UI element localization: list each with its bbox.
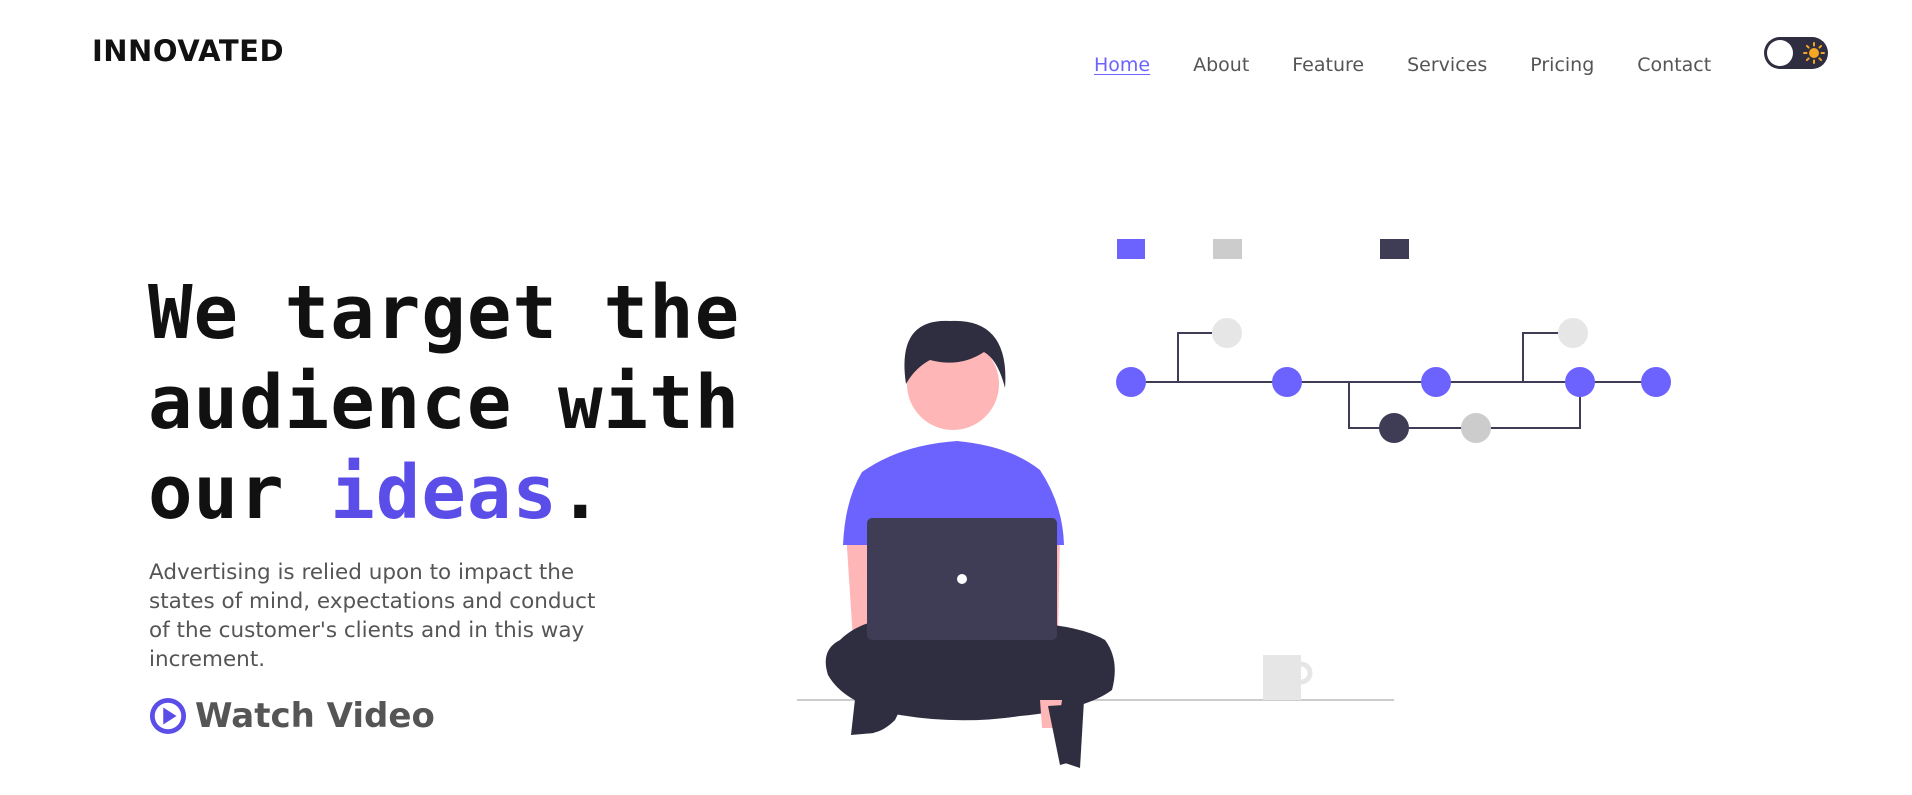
brand-logo[interactable]: INNOVATED xyxy=(92,34,284,68)
flow-square-gray xyxy=(1213,239,1242,259)
flow-node xyxy=(1272,367,1302,397)
flow-node-light xyxy=(1212,318,1242,348)
main-nav: Home About Feature Services Pricing Cont… xyxy=(1094,54,1754,76)
flow-node xyxy=(1565,367,1595,397)
flow-node xyxy=(1641,367,1671,397)
flow-node xyxy=(1421,367,1451,397)
nav-services-link[interactable]: Services xyxy=(1407,54,1487,76)
nav-contact-link[interactable]: Contact xyxy=(1637,54,1711,76)
flow-node xyxy=(1116,367,1146,397)
flowchart-lines xyxy=(1131,332,1656,429)
nav-home-link[interactable]: Home xyxy=(1094,54,1150,76)
toggle-knob xyxy=(1767,40,1793,66)
headline-accent-word: ideas xyxy=(330,450,558,536)
headline-line-2: audience with xyxy=(148,360,741,446)
flow-square-accent xyxy=(1117,239,1145,259)
hero-headline: We target the audience with our ideas. xyxy=(148,268,828,538)
person-with-laptop xyxy=(825,320,1115,768)
flow-node-light xyxy=(1558,318,1588,348)
mug-icon xyxy=(1263,655,1313,700)
nav-about-link[interactable]: About xyxy=(1193,54,1249,76)
watch-video-button[interactable]: Watch Video xyxy=(149,696,435,736)
headline-suffix: . xyxy=(557,450,604,536)
flow-node-dark xyxy=(1379,413,1409,443)
flow-node-gray xyxy=(1461,413,1491,443)
nav-pricing-link[interactable]: Pricing xyxy=(1530,54,1594,76)
nav-feature-link[interactable]: Feature xyxy=(1292,54,1364,76)
headline-line-1: We target the xyxy=(148,270,741,356)
watch-video-label: Watch Video xyxy=(195,696,435,736)
play-circle-icon xyxy=(149,697,187,735)
hero-description: Advertising is relied upon to impact the… xyxy=(149,560,596,672)
sun-icon xyxy=(1803,42,1825,64)
headline-line-3-prefix: our xyxy=(148,450,331,536)
flow-square-dark xyxy=(1380,239,1409,259)
theme-toggle[interactable] xyxy=(1764,37,1828,69)
